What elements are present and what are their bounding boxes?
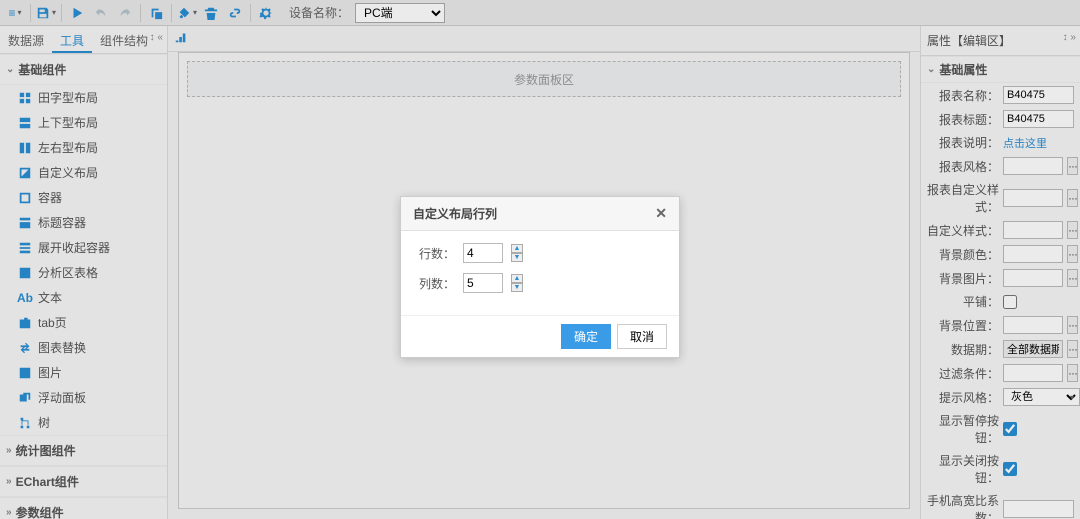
cols-input[interactable] — [463, 273, 503, 293]
rows-input[interactable] — [463, 243, 503, 263]
close-icon[interactable]: ✕ — [655, 205, 667, 222]
ok-button[interactable]: 确定 — [561, 324, 611, 349]
modal-overlay: 自定义布局行列 ✕ 行数： ▲▼ 列数： ▲▼ 确定 取消 — [0, 0, 1080, 519]
rows-label: 行数： — [419, 245, 455, 262]
dialog-title: 自定义布局行列 — [413, 205, 497, 222]
cols-spin-up-icon[interactable]: ▲ — [511, 274, 523, 283]
custom-layout-dialog: 自定义布局行列 ✕ 行数： ▲▼ 列数： ▲▼ 确定 取消 — [400, 196, 680, 358]
cols-label: 列数： — [419, 275, 455, 292]
cancel-button[interactable]: 取消 — [617, 324, 667, 349]
rows-spin-down-icon[interactable]: ▼ — [511, 253, 523, 262]
cols-spin-down-icon[interactable]: ▼ — [511, 283, 523, 292]
rows-spin-up-icon[interactable]: ▲ — [511, 244, 523, 253]
